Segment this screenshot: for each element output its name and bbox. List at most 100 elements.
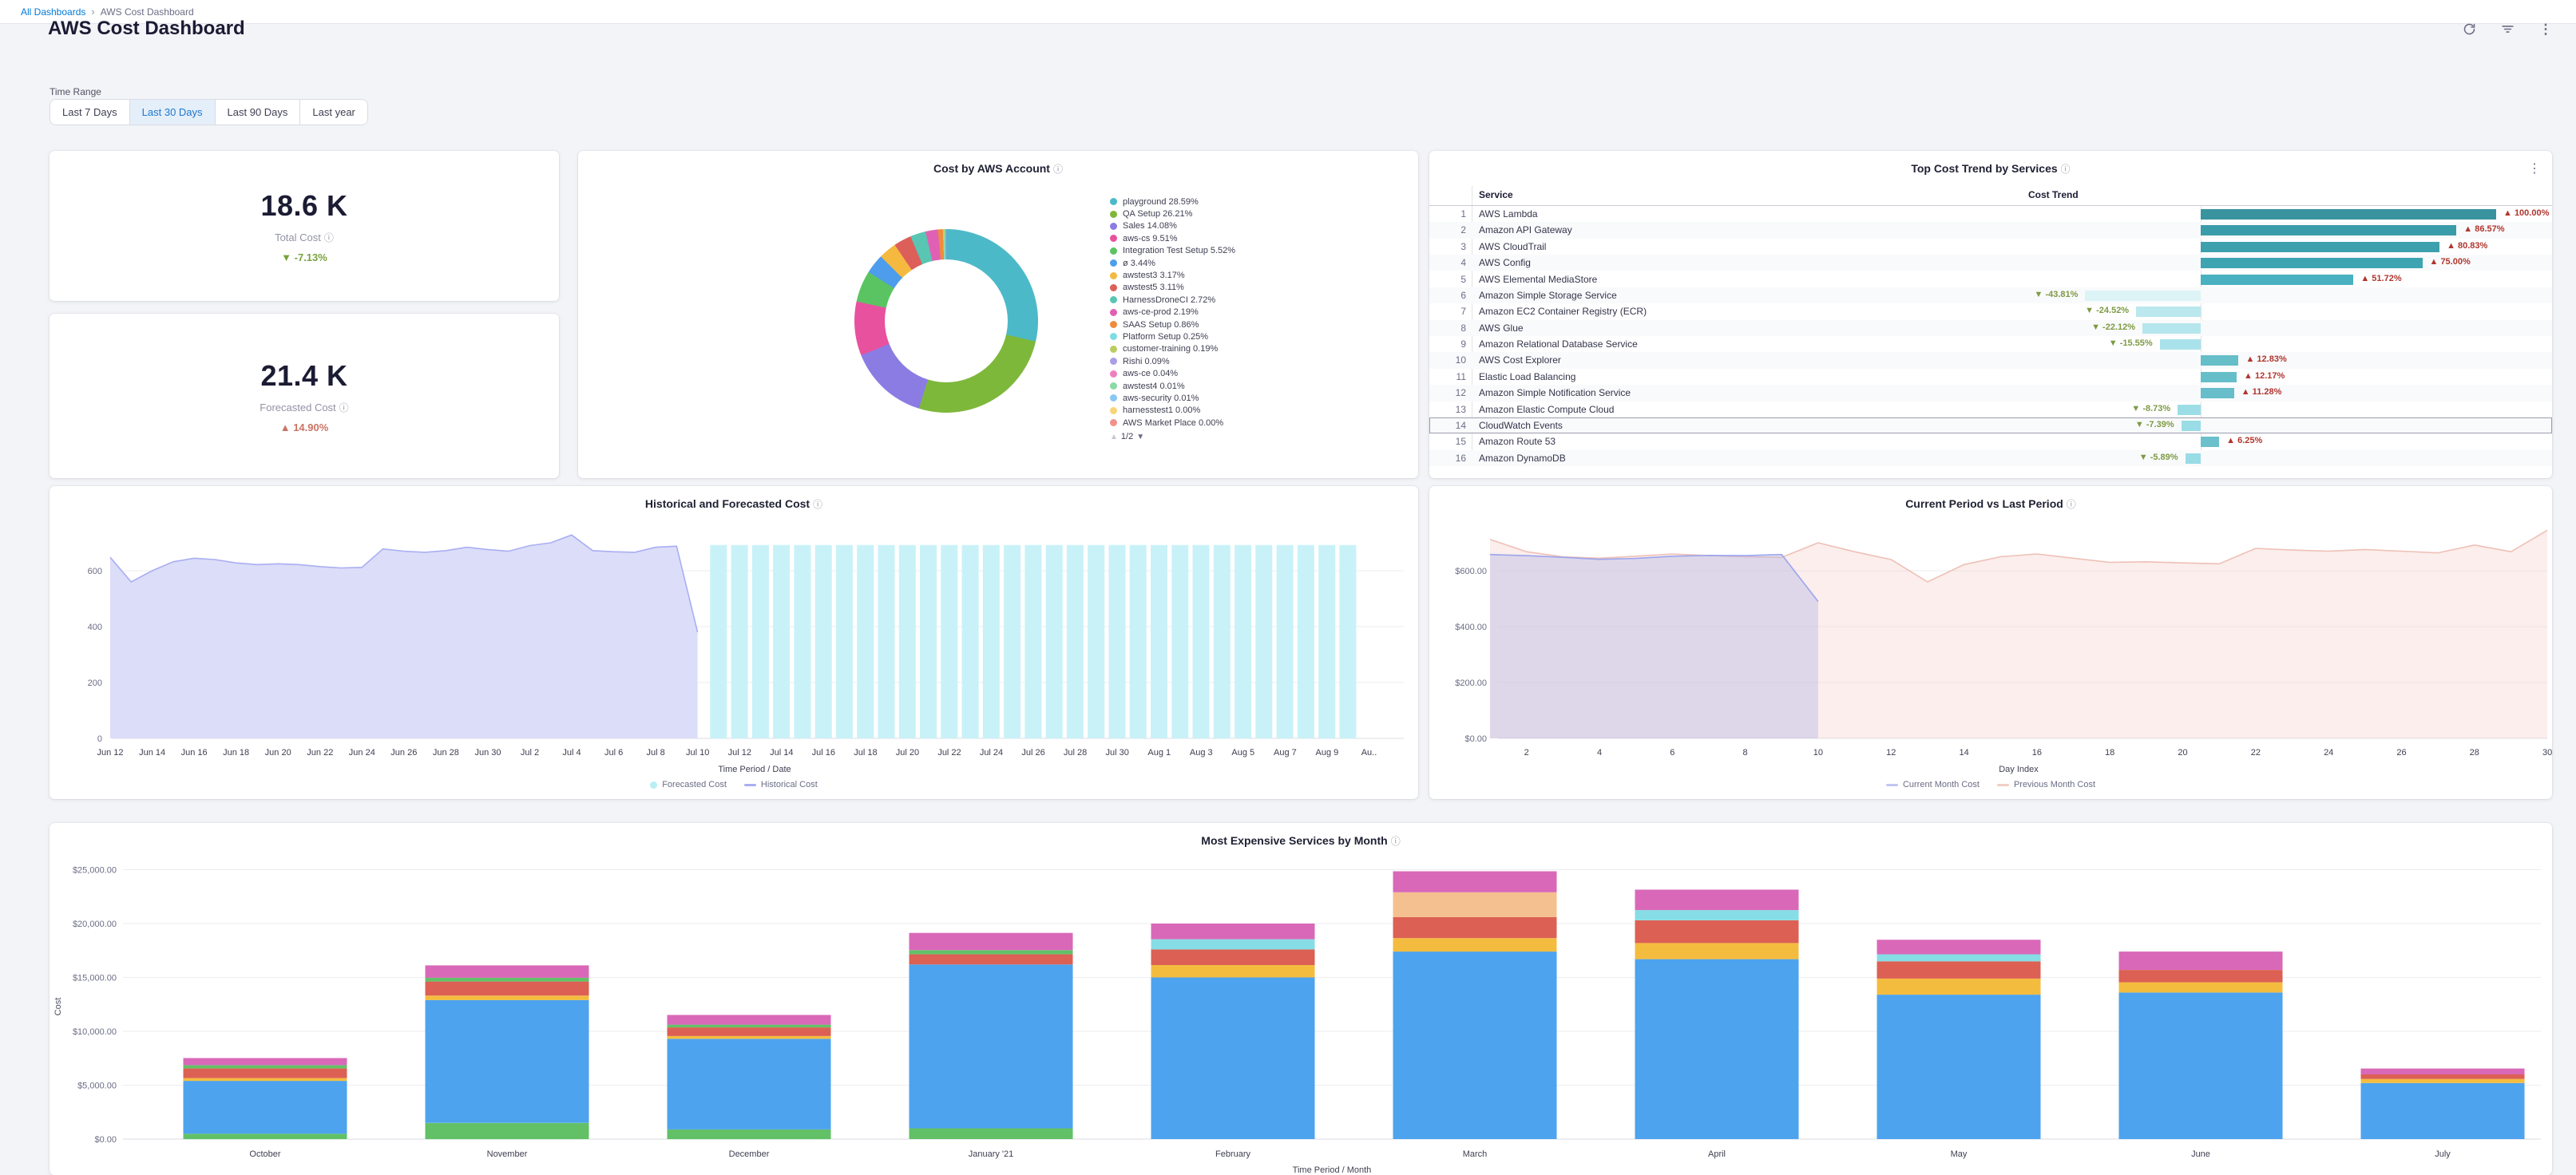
forecast-bar[interactable] <box>731 545 748 738</box>
bar-segment-red[interactable] <box>2119 970 2283 983</box>
forecast-bar[interactable] <box>1151 545 1167 738</box>
forecast-bar[interactable] <box>1318 545 1335 738</box>
bar-segment-pink[interactable] <box>184 1058 347 1066</box>
table-row[interactable]: 12Amazon Simple Notification Service▲ 11… <box>1429 385 2552 401</box>
table-row[interactable]: 10AWS Cost Explorer▲ 12.83% <box>1429 352 2552 368</box>
bar-segment-yellow[interactable] <box>426 995 589 1000</box>
bar-segment-pink[interactable] <box>1635 890 1799 911</box>
forecast-bar[interactable] <box>794 545 810 738</box>
forecast-bar[interactable] <box>1277 545 1294 738</box>
forecast-bar[interactable] <box>983 545 1000 738</box>
trend-bar[interactable] <box>2201 242 2439 252</box>
bar-segment-yellow[interactable] <box>1877 979 2041 995</box>
bar-segment-green[interactable] <box>184 1133 347 1139</box>
trend-bar[interactable] <box>2136 307 2201 317</box>
bar-segment-red[interactable] <box>668 1027 831 1036</box>
legend-item[interactable]: awstest3 3.17% <box>1110 269 1235 281</box>
bar-segment-blue[interactable] <box>1393 951 1557 1139</box>
bar-segment-red[interactable] <box>1877 961 2041 979</box>
legend-item[interactable]: awstest4 0.01% <box>1110 380 1235 392</box>
table-row[interactable]: 14CloudWatch Events▼ -7.39% <box>1429 417 2552 433</box>
legend-item[interactable]: harnesstest1 0.00% <box>1110 405 1235 417</box>
bar-segment-cyan[interactable] <box>1635 910 1799 920</box>
trend-bar[interactable] <box>2182 421 2201 431</box>
table-row[interactable]: 4AWS Config▲ 75.00% <box>1429 255 2552 271</box>
bar-segment-green[interactable] <box>184 1065 347 1068</box>
info-icon[interactable]: ⓘ <box>339 402 349 413</box>
legend-item[interactable]: Rishi 0.09% <box>1110 355 1235 367</box>
table-row[interactable]: 7Amazon EC2 Container Registry (ECR)▼ -2… <box>1429 303 2552 319</box>
bar-segment-pink[interactable] <box>2361 1069 2525 1074</box>
legend-item[interactable]: aws-cs 9.51% <box>1110 232 1235 244</box>
forecast-bar[interactable] <box>1214 545 1231 738</box>
forecast-bar[interactable] <box>920 545 937 738</box>
breadcrumb-all-dashboards-link[interactable]: All Dashboards <box>21 6 85 18</box>
bar-segment-blue[interactable] <box>910 964 1073 1128</box>
table-row[interactable]: 8AWS Glue▼ -22.12% <box>1429 320 2552 336</box>
forecast-bar[interactable] <box>878 545 895 738</box>
forecast-bar[interactable] <box>1024 545 1041 738</box>
trend-bar[interactable] <box>2201 372 2237 382</box>
forecast-bar[interactable] <box>1234 545 1251 738</box>
legend-item[interactable]: Sales 14.08% <box>1110 220 1235 232</box>
filter-icon[interactable] <box>2499 21 2515 37</box>
info-icon[interactable]: ⓘ <box>1053 164 1063 175</box>
time-range-last-7-days[interactable]: Last 7 Days <box>50 100 130 125</box>
forecast-bar[interactable] <box>1255 545 1272 738</box>
trend-bar[interactable] <box>2201 388 2234 398</box>
trend-bar[interactable] <box>2085 291 2201 301</box>
bar-segment-green[interactable] <box>910 950 1073 954</box>
bar-segment-green[interactable] <box>668 1130 831 1139</box>
forecast-bar[interactable] <box>1109 545 1126 738</box>
forecast-bar[interactable] <box>1046 545 1063 738</box>
bar-segment-pink[interactable] <box>1151 924 1315 940</box>
trend-bar[interactable] <box>2186 453 2201 464</box>
bar-segment-blue[interactable] <box>426 1000 589 1123</box>
table-row[interactable]: 16Amazon DynamoDB▼ -5.89% <box>1429 450 2552 466</box>
table-row[interactable]: 9Amazon Relational Database Service▼ -15… <box>1429 336 2552 352</box>
table-row[interactable]: 6Amazon Simple Storage Service▼ -43.81% <box>1429 287 2552 303</box>
trend-bar[interactable] <box>2178 405 2201 415</box>
bar-segment-green[interactable] <box>426 1123 589 1139</box>
legend-item[interactable]: aws-ce 0.04% <box>1110 367 1235 379</box>
bar-segment-red[interactable] <box>1635 920 1799 943</box>
bar-segment-blue[interactable] <box>2361 1083 2525 1139</box>
bar-segment-cyan[interactable] <box>1877 955 2041 962</box>
bar-segment-yellow[interactable] <box>2361 1079 2525 1083</box>
bar-segment-yellow[interactable] <box>2119 983 2283 993</box>
table-row[interactable]: 5AWS Elemental MediaStore▲ 51.72% <box>1429 271 2552 287</box>
bar-segment-pink[interactable] <box>426 965 589 978</box>
bar-segment-green[interactable] <box>910 1129 1073 1140</box>
forecast-bar[interactable] <box>836 545 853 738</box>
legend-item[interactable]: HarnessDroneCI 2.72% <box>1110 294 1235 306</box>
bar-segment-pink[interactable] <box>910 933 1073 951</box>
trend-bar[interactable] <box>2201 258 2423 268</box>
legend-item[interactable]: playground 28.59% <box>1110 196 1235 208</box>
legend-item[interactable]: Integration Test Setup 5.52% <box>1110 245 1235 257</box>
forecast-bar[interactable] <box>1339 545 1356 738</box>
table-row[interactable]: 2Amazon API Gateway▲ 86.57% <box>1429 222 2552 238</box>
bar-segment-red[interactable] <box>2361 1074 2525 1079</box>
table-row[interactable]: 13Amazon Elastic Compute Cloud▼ -8.73% <box>1429 402 2552 417</box>
legend-item[interactable]: QA Setup 26.21% <box>1110 208 1235 220</box>
table-row[interactable]: 11Elastic Load Balancing▲ 12.17% <box>1429 369 2552 385</box>
column-header-service[interactable]: Service <box>1479 189 1513 200</box>
time-range-last-30-days[interactable]: Last 30 Days <box>130 100 216 125</box>
forecast-bar[interactable] <box>899 545 916 738</box>
bar-segment-yellow[interactable] <box>184 1078 347 1082</box>
bar-segment-pink[interactable] <box>668 1015 831 1025</box>
trend-bar[interactable] <box>2201 225 2456 235</box>
legend-item[interactable]: aws-security 0.01% <box>1110 392 1235 404</box>
info-icon[interactable]: ⓘ <box>324 232 334 243</box>
info-icon[interactable]: ⓘ <box>2061 164 2071 175</box>
bar-segment-blue[interactable] <box>2119 992 2283 1139</box>
forecast-bar[interactable] <box>1193 545 1210 738</box>
bar-segment-peach[interactable] <box>1393 892 1557 917</box>
forecast-bar[interactable] <box>857 545 874 738</box>
pagination-down-icon[interactable]: ▼ <box>1136 433 1144 441</box>
forecast-bar[interactable] <box>1130 545 1147 738</box>
time-range-last-90-days[interactable]: Last 90 Days <box>216 100 301 125</box>
bar-segment-yellow[interactable] <box>668 1036 831 1039</box>
pagination-up-icon[interactable]: ▲ <box>1110 433 1118 441</box>
bar-segment-yellow[interactable] <box>1635 943 1799 959</box>
